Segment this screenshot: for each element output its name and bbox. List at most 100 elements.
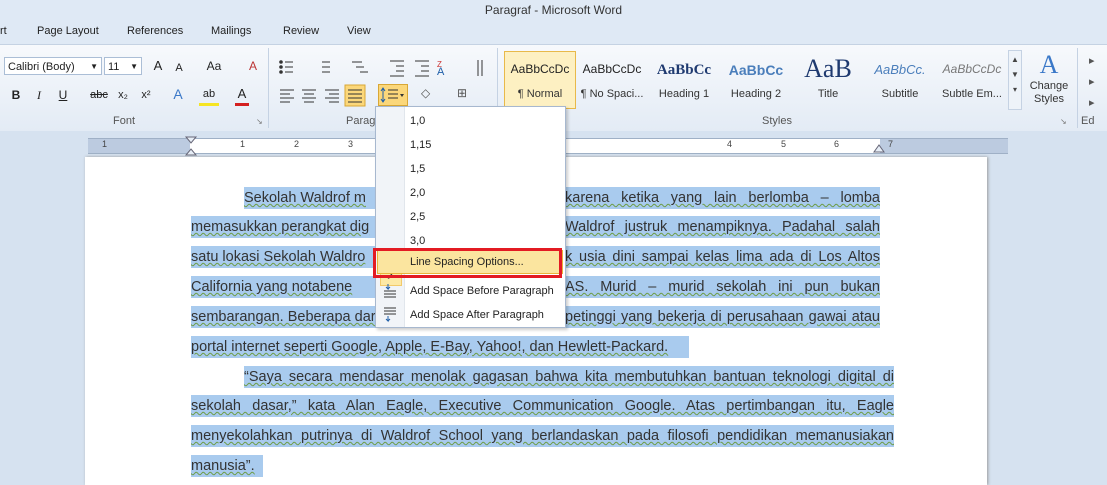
menu-item-label: 1,15 (410, 139, 432, 151)
change-styles-icon: A (1039, 50, 1059, 79)
doc-line[interactable]: “Saya secara mendasar menolak gagasan ba… (244, 366, 894, 388)
ribbon-tabs: rt Page Layout References Mailings Revie… (0, 20, 1107, 44)
tab-insert[interactable]: rt (0, 25, 7, 37)
ruler-number: 4 (727, 139, 733, 149)
replace-icon[interactable]: ▸ (1089, 75, 1095, 88)
style-name: Heading 2 (730, 88, 782, 100)
doc-line[interactable]: karena ketika yang lain berlomba – lomba (565, 187, 880, 209)
style-sample: AaBbCc (656, 62, 712, 78)
shading-icon[interactable]: ◇ (421, 86, 430, 100)
style-no-spacing[interactable]: AaBbCcDc ¶ No Spaci... (576, 52, 648, 110)
change-case-button[interactable]: Aa (203, 57, 225, 75)
space-before-icon (384, 284, 396, 298)
tab-mailings[interactable]: Mailings (211, 25, 251, 37)
style-subtle-emphasis[interactable]: AaBbCcDc Subtle Em... (936, 52, 1008, 110)
font-color-button[interactable]: A (235, 85, 249, 106)
underline-button[interactable]: U (56, 86, 70, 104)
dialog-launcher-icon[interactable]: ↘ (1060, 117, 1067, 126)
style-name: Heading 1 (658, 88, 710, 100)
line-spacing-button[interactable] (378, 84, 408, 106)
select-icon[interactable]: ▸ (1089, 96, 1095, 109)
scroll-down-icon[interactable]: ▼ (1009, 70, 1021, 79)
tab-view[interactable]: View (347, 25, 371, 37)
italic-button[interactable]: I (32, 86, 46, 104)
text-effects-button[interactable]: A (170, 85, 186, 103)
menu-item-spacing-1-15[interactable]: 1,15 (376, 133, 565, 157)
doc-line[interactable]: portal internet seperti Google, Apple, E… (191, 336, 689, 358)
style-sample: AaBbCcDc (942, 62, 1002, 76)
menu-item-spacing-2-0[interactable]: 2,0 (376, 181, 565, 205)
tab-references[interactable]: References (127, 25, 183, 37)
font-name-combo[interactable]: Calibri (Body) ▼ (4, 57, 102, 75)
divider (268, 48, 269, 128)
indent-marker-icon[interactable] (184, 135, 198, 159)
ruler-number: 2 (294, 139, 300, 149)
bold-button[interactable]: B (9, 86, 23, 104)
doc-line[interactable]: sembarangan. Beberapa dari (191, 306, 379, 328)
doc-line[interactable]: menyekolahkan putrinya di Waldrof School… (191, 425, 894, 447)
grow-font-button[interactable]: A (150, 57, 166, 75)
highlight-button[interactable]: ab (199, 85, 219, 106)
superscript-button[interactable]: x² (138, 86, 154, 104)
scroll-up-icon[interactable]: ▲ (1009, 55, 1021, 64)
style-subtitle[interactable]: AaBbCc. Subtitle (864, 52, 936, 110)
clear-formatting-button[interactable]: A (244, 57, 262, 75)
doc-line[interactable]: k usia dini sampai kelas lima ada di Los… (565, 246, 880, 268)
style-sample: AaBbCcDc (582, 62, 642, 76)
styles-scroll[interactable]: ▲ ▼ ▾ (1008, 50, 1022, 110)
menu-item-spacing-2-5[interactable]: 2,5 (376, 205, 565, 229)
menu-item-label: 2,5 (410, 211, 426, 223)
style-name: Title (817, 88, 839, 100)
menu-item-spacing-1-0[interactable]: 1,0 (376, 109, 565, 133)
subscript-button[interactable]: x₂ (115, 86, 131, 104)
style-name: ¶ Normal (517, 88, 563, 100)
doc-line[interactable]: California yang notabene (191, 276, 376, 298)
tab-review[interactable]: Review (283, 25, 319, 37)
find-icon[interactable]: ▸ (1089, 54, 1095, 67)
doc-line[interactable]: petinggi yang bekerja di perusahaan gawa… (565, 306, 880, 328)
menu-item-add-space-after[interactable]: Add Space After Paragraph (376, 303, 565, 327)
shrink-font-button[interactable]: A (172, 59, 186, 77)
doc-line[interactable]: manusia”. (191, 455, 263, 477)
space-after-icon (384, 307, 396, 323)
annotation-highlight-box (373, 248, 562, 278)
more-icon[interactable]: ▾ (1009, 85, 1021, 94)
style-normal[interactable]: AaBbCcDc ¶ Normal (504, 52, 576, 110)
doc-line[interactable]: sekolah dasar,” kata Alan Eagle, Executi… (191, 395, 894, 417)
style-sample: AaBbCcDc (510, 62, 570, 76)
change-styles-label-2: Styles (1034, 93, 1064, 105)
doc-line[interactable]: Sekolah Waldrof m (244, 187, 376, 209)
menu-item-spacing-1-5[interactable]: 1,5 (376, 157, 565, 181)
style-heading-2[interactable]: AaBbCc Heading 2 (720, 52, 792, 110)
doc-line[interactable]: memasukkan perangkat dig (191, 216, 376, 238)
menu-item-label: Add Space After Paragraph (410, 309, 544, 321)
menu-item-label: 2,0 (410, 187, 426, 199)
ruler-number: 1 (102, 139, 108, 149)
menu-item-label: 1,5 (410, 163, 426, 175)
divider (1077, 48, 1078, 128)
style-sample: AaBbCc. (874, 62, 926, 77)
dialog-launcher-icon[interactable]: ↘ (256, 117, 263, 126)
style-name: Subtle Em... (942, 88, 1002, 100)
strikethrough-button[interactable]: abc (89, 86, 109, 104)
font-name-value: Calibri (Body) (8, 61, 75, 73)
ruler-number: 1 (240, 139, 246, 149)
doc-line[interactable]: AS. Murid – murid sekolah ini pun bukan (565, 276, 880, 298)
tab-page-layout[interactable]: Page Layout (37, 25, 99, 37)
font-group-label: Font (113, 115, 136, 127)
style-title[interactable]: AaB Title (792, 52, 864, 110)
font-size-combo[interactable]: 11 ▼ (104, 57, 142, 75)
menu-item-label: 1,0 (410, 115, 426, 127)
change-styles-button[interactable]: A Change Styles (1026, 50, 1072, 112)
doc-line[interactable]: satu lokasi Sekolah Waldro (191, 246, 376, 268)
editing-group-label: Ed (1081, 115, 1095, 127)
borders-icon[interactable]: ⊞ (457, 86, 467, 100)
doc-line[interactable]: Waldrof justruk menampiknya. Padahal sal… (565, 216, 880, 238)
ruler-number: 5 (781, 139, 787, 149)
right-indent-icon[interactable] (873, 140, 885, 154)
ruler-number: 6 (834, 139, 840, 149)
style-heading-1[interactable]: AaBbCc Heading 1 (648, 52, 720, 110)
ruler-number: 3 (348, 139, 354, 149)
menu-item-add-space-before[interactable]: Add Space Before Paragraph (376, 279, 565, 303)
style-name: Subtitle (881, 88, 919, 100)
